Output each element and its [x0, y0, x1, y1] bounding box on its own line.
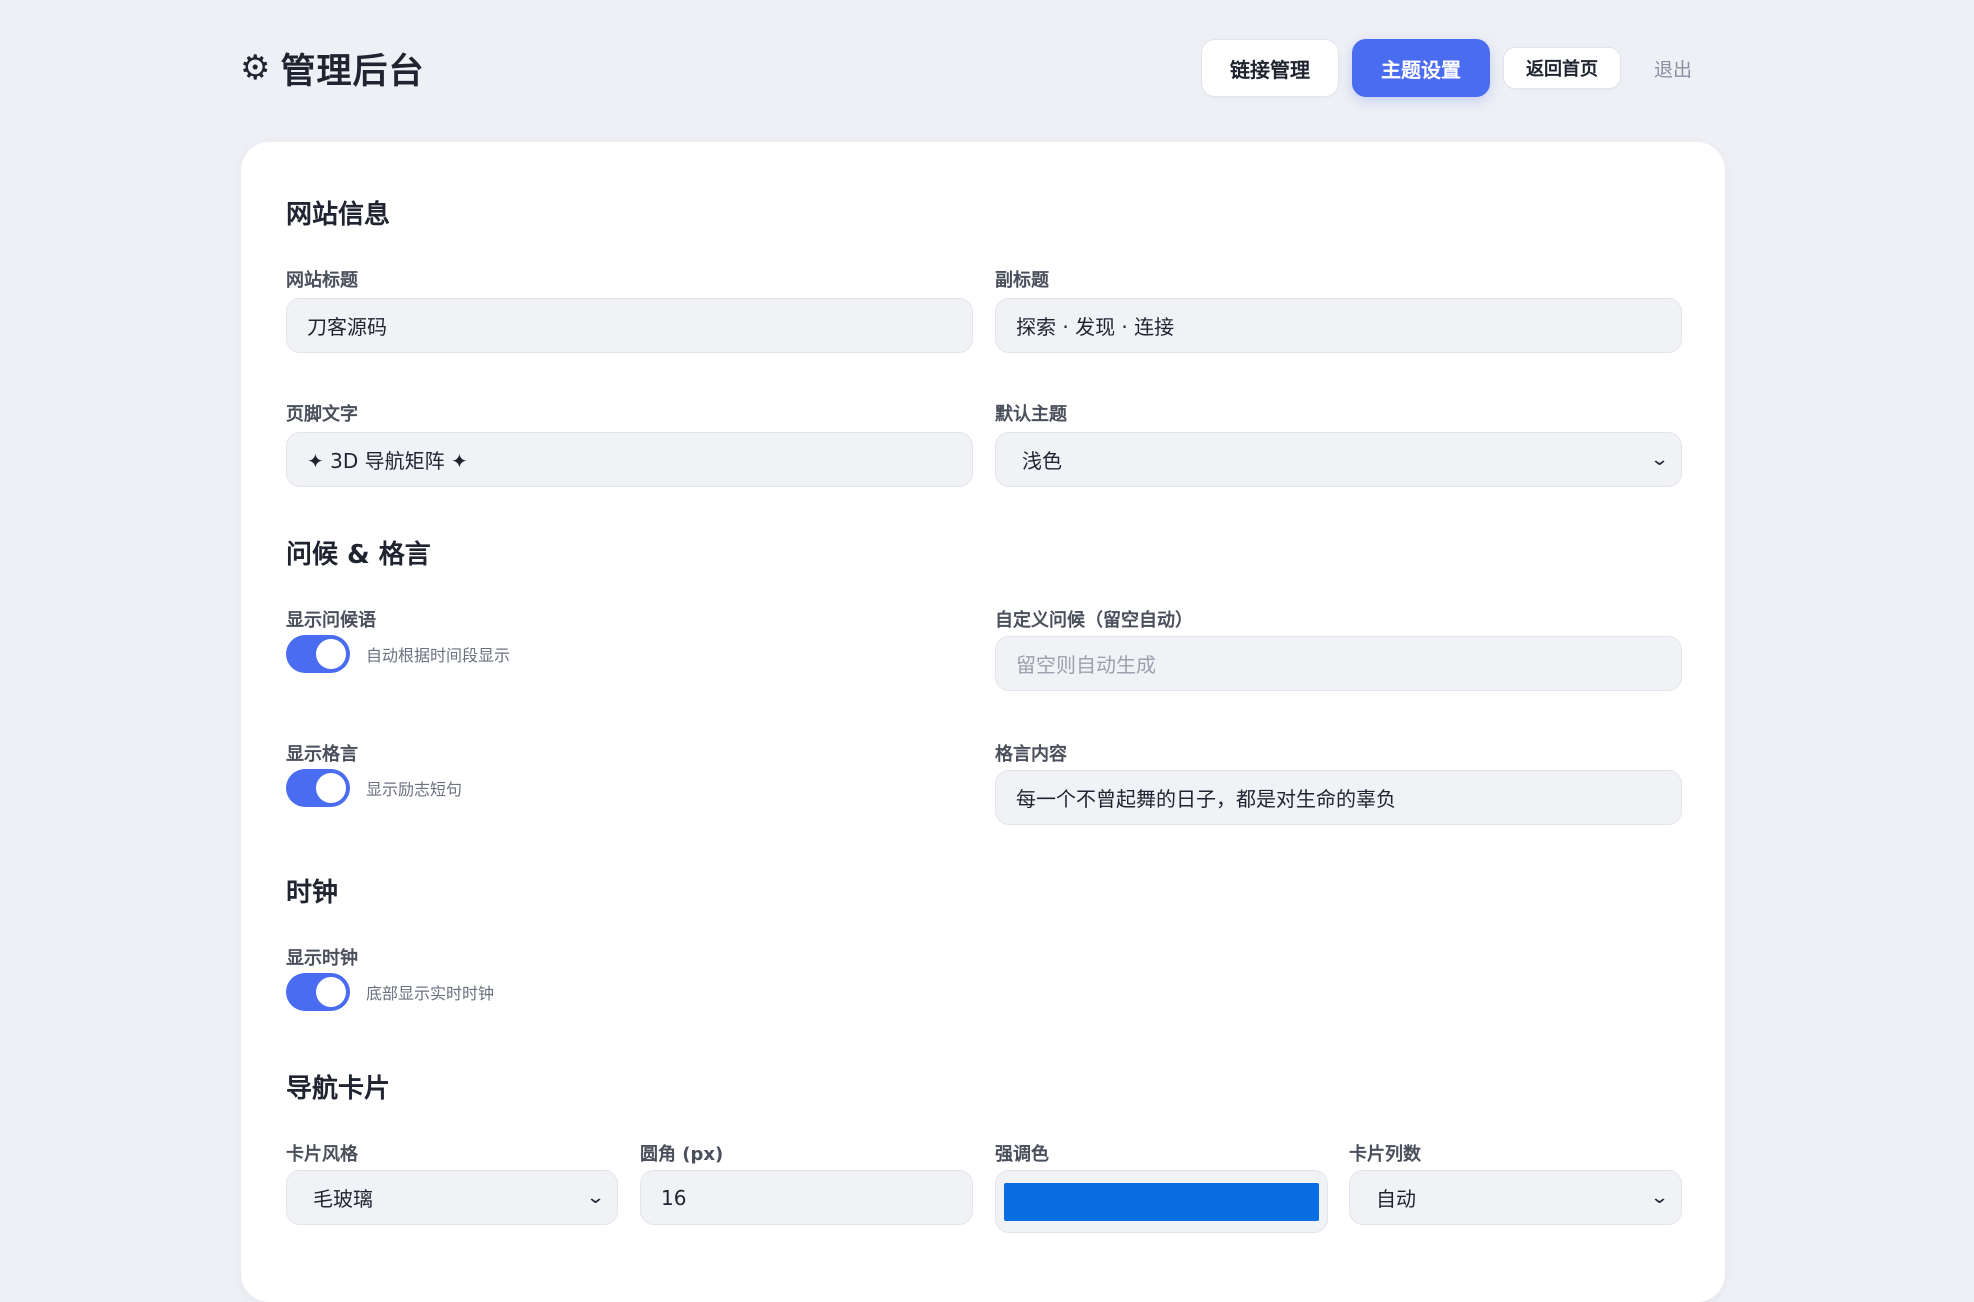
card-style-label: 卡片风格: [286, 1144, 358, 1165]
accent-color-swatch: [1004, 1182, 1319, 1221]
show-greeting-label: 显示问候语: [286, 610, 376, 631]
top-header: ⚙ 管理后台 链接管理 主题设置 返回首页 退出: [240, 38, 1710, 98]
logout-link[interactable]: 退出: [1634, 55, 1710, 82]
brand: ⚙ 管理后台: [240, 43, 425, 94]
links-management-button[interactable]: 链接管理: [1200, 39, 1339, 97]
section-title-site-info: 网站信息: [286, 200, 391, 230]
motto-content-label: 格言内容: [995, 744, 1067, 765]
show-greeting-row: 自动根据时间段显示: [286, 635, 510, 673]
site-title-input[interactable]: 刀客源码: [286, 298, 973, 353]
show-clock-label: 显示时钟: [286, 948, 358, 969]
custom-greeting-label: 自定义问候（留空自动）: [995, 610, 1193, 631]
subtitle-label: 副标题: [995, 270, 1049, 291]
default-theme-select[interactable]: 浅色 ⌄: [995, 432, 1682, 487]
show-greeting-toggle[interactable]: [286, 635, 350, 673]
gear-icon: ⚙: [240, 48, 271, 88]
radius-label: 圆角 (px): [640, 1144, 724, 1165]
chevron-down-icon: ⌄: [585, 1187, 606, 1208]
footer-text-label: 页脚文字: [286, 404, 358, 425]
top-nav: 链接管理 主题设置 返回首页 退出: [1200, 39, 1710, 97]
card-style-select[interactable]: 毛玻璃 ⌄: [286, 1170, 618, 1225]
default-theme-value: 浅色: [1022, 449, 1062, 473]
section-title-nav-cards: 导航卡片: [286, 1074, 391, 1104]
toggle-knob: [316, 773, 346, 803]
chevron-down-icon: ⌄: [1649, 449, 1670, 470]
subtitle-input[interactable]: 探索 · 发现 · 连接: [995, 298, 1682, 353]
show-clock-toggle[interactable]: [286, 973, 350, 1011]
motto-content-input[interactable]: 每一个不曾起舞的日子，都是对生命的辜负: [995, 770, 1682, 825]
footer-text-input[interactable]: ✦ 3D 导航矩阵 ✦: [286, 432, 973, 487]
show-motto-hint: 显示励志短句: [366, 780, 463, 799]
show-motto-row: 显示励志短句: [286, 769, 462, 807]
toggle-knob: [316, 639, 346, 669]
show-motto-toggle[interactable]: [286, 769, 350, 807]
section-title-greeting: 问候 & 格言: [286, 540, 431, 570]
custom-greeting-input[interactable]: 留空则自动生成: [995, 636, 1682, 691]
show-clock-hint: 底部显示实时时钟: [366, 984, 495, 1003]
toggle-knob: [316, 977, 346, 1007]
card-style-value: 毛玻璃: [313, 1187, 373, 1211]
theme-settings-button[interactable]: 主题设置: [1351, 39, 1490, 97]
radius-input[interactable]: 16: [640, 1170, 973, 1225]
card-columns-label: 卡片列数: [1349, 1144, 1421, 1165]
show-greeting-hint: 自动根据时间段显示: [366, 646, 511, 665]
settings-card: 网站信息 网站标题 刀客源码 副标题 探索 · 发现 · 连接 页脚文字 ✦ 3…: [241, 142, 1725, 1302]
default-theme-label: 默认主题: [995, 404, 1067, 425]
card-columns-select[interactable]: 自动 ⌄: [1349, 1170, 1682, 1225]
site-title-label: 网站标题: [286, 270, 358, 291]
accent-color-picker[interactable]: [995, 1170, 1328, 1233]
page-title: 管理后台: [280, 51, 425, 92]
section-title-clock: 时钟: [286, 878, 339, 908]
show-clock-row: 底部显示实时时钟: [286, 973, 494, 1011]
show-motto-label: 显示格言: [286, 744, 358, 765]
chevron-down-icon: ⌄: [1649, 1187, 1670, 1208]
accent-color-label: 强调色: [995, 1144, 1049, 1165]
card-columns-value: 自动: [1376, 1187, 1416, 1211]
back-home-button[interactable]: 返回首页: [1502, 47, 1621, 89]
